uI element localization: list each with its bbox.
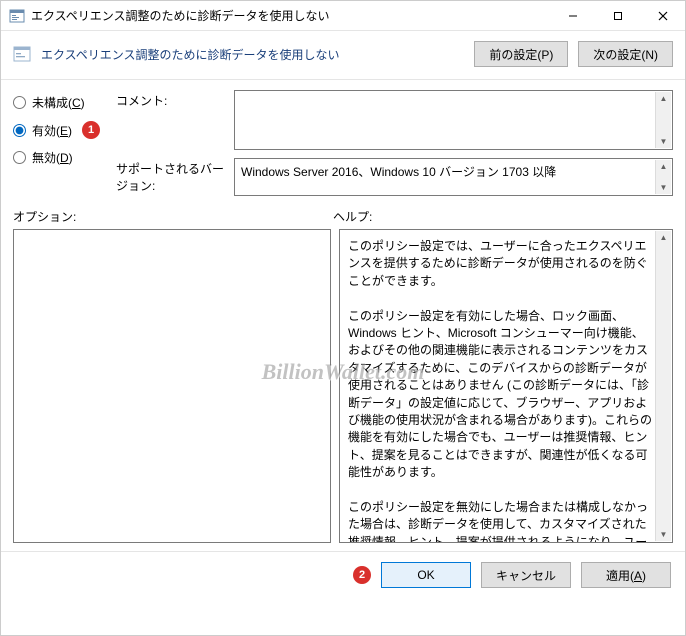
state-column: 未構成(C) 有効(E) 1 無効(D) <box>13 90 108 196</box>
radio-disabled-label: 無効(D) <box>32 149 73 166</box>
supported-value: Windows Server 2016、Windows 10 バージョン 170… <box>241 165 556 179</box>
annotation-bubble-2: 2 <box>353 566 371 584</box>
policy-icon <box>9 8 25 24</box>
titlebar: エクスペリエンス調整のために診断データを使用しない <box>1 1 685 31</box>
options-label: オプション: <box>13 208 333 225</box>
window-title: エクスペリエンス調整のために診断データを使用しない <box>31 7 550 24</box>
help-label: ヘルプ: <box>333 208 372 225</box>
config-area: 未構成(C) 有効(E) 1 無効(D) コメント: ▲ ▼ サポートされるバー… <box>1 80 685 202</box>
close-icon <box>658 11 668 21</box>
radio-disabled-input[interactable] <box>13 151 26 164</box>
policy-item-icon <box>13 45 31 63</box>
annotation-bubble-1: 1 <box>82 121 100 139</box>
supported-textbox: Windows Server 2016、Windows 10 バージョン 170… <box>234 158 673 196</box>
supported-scrollbar[interactable]: ▲ ▼ <box>655 160 671 194</box>
comment-textbox[interactable]: ▲ ▼ <box>234 90 673 150</box>
radio-enabled-input[interactable] <box>13 124 26 137</box>
radio-disabled[interactable]: 無効(D) <box>13 149 108 166</box>
maximize-icon <box>613 11 623 21</box>
supported-label: サポートされるバージョン: <box>116 158 226 194</box>
minimize-icon <box>568 11 578 21</box>
radio-not-configured[interactable]: 未構成(C) <box>13 94 108 111</box>
radio-not-configured-label: 未構成(C) <box>32 94 85 111</box>
panes: このポリシー設定では、ユーザーに合ったエクスペリエンスを提供するために診断データ… <box>1 229 685 551</box>
cancel-button[interactable]: キャンセル <box>481 562 571 588</box>
scroll-up-icon: ▲ <box>660 160 668 173</box>
header: エクスペリエンス調整のために診断データを使用しない 前の設定(P) 次の設定(N… <box>1 31 685 80</box>
options-pane <box>13 229 331 543</box>
previous-setting-button[interactable]: 前の設定(P) <box>474 41 568 67</box>
radio-enabled[interactable]: 有効(E) 1 <box>13 121 108 139</box>
comment-label: コメント: <box>116 90 226 109</box>
scroll-down-icon: ▼ <box>660 181 668 194</box>
radio-enabled-label: 有効(E) <box>32 122 72 139</box>
next-setting-button[interactable]: 次の設定(N) <box>578 41 673 67</box>
scroll-down-icon: ▼ <box>660 528 668 541</box>
scroll-down-icon: ▼ <box>660 135 668 148</box>
comment-scrollbar[interactable]: ▲ ▼ <box>655 92 671 148</box>
minimize-button[interactable] <box>550 1 595 31</box>
apply-button[interactable]: 適用(A) <box>581 562 671 588</box>
help-pane: このポリシー設定では、ユーザーに合ったエクスペリエンスを提供するために診断データ… <box>339 229 673 543</box>
comment-column: コメント: ▲ ▼ サポートされるバージョン: Windows Server 2… <box>116 90 673 196</box>
help-scrollbar[interactable]: ▲ ▼ <box>655 231 671 541</box>
maximize-button[interactable] <box>595 1 640 31</box>
scroll-up-icon: ▲ <box>660 92 668 105</box>
ok-button[interactable]: OK <box>381 562 471 588</box>
help-text: このポリシー設定では、ユーザーに合ったエクスペリエンスを提供するために診断データ… <box>348 238 652 543</box>
scroll-up-icon: ▲ <box>660 231 668 244</box>
footer: 2 OK キャンセル 適用(A) <box>1 551 685 598</box>
policy-title: エクスペリエンス調整のために診断データを使用しない <box>41 46 464 63</box>
section-labels: オプション: ヘルプ: <box>1 202 685 229</box>
close-button[interactable] <box>640 1 685 31</box>
radio-not-configured-input[interactable] <box>13 96 26 109</box>
